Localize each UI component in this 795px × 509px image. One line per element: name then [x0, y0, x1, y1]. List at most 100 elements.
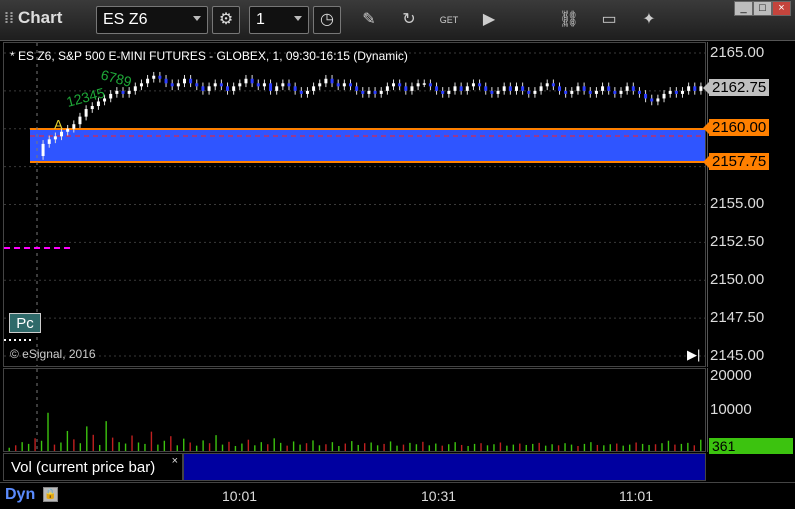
- close-study-icon[interactable]: ×: [172, 455, 178, 467]
- candle: [293, 86, 297, 91]
- clock-icon[interactable]: ◷: [313, 6, 341, 34]
- candle: [687, 86, 691, 91]
- volume-bar: [215, 435, 217, 451]
- close-button[interactable]: ×: [772, 1, 791, 16]
- volume-bar: [111, 437, 114, 451]
- candle: [195, 83, 199, 87]
- candle: [47, 139, 51, 144]
- interval-selector[interactable]: 1: [249, 6, 309, 34]
- volume-bar: [79, 443, 82, 451]
- volume-bar: [305, 443, 308, 451]
- upper-price-value: 2160.00: [712, 119, 767, 136]
- minimize-button[interactable]: _: [734, 1, 753, 16]
- time-label: 10:31: [421, 488, 457, 504]
- volume-bar: [137, 442, 140, 451]
- price-tick: 2147.50: [710, 309, 765, 326]
- candle: [262, 83, 266, 87]
- volume-bar: [163, 440, 166, 451]
- candle: [139, 83, 143, 87]
- candle: [115, 90, 119, 94]
- candle: [201, 86, 205, 91]
- candle: [564, 90, 568, 94]
- candle: [60, 131, 64, 137]
- volume-axis[interactable]: 20000 10000 361: [707, 367, 794, 454]
- window-title: ⁞⁞ Chart: [4, 8, 62, 28]
- volume-bar: [351, 441, 353, 451]
- lock-icon[interactable]: 🔒: [43, 487, 58, 502]
- candle: [355, 86, 359, 91]
- candle: [637, 90, 641, 94]
- volume-bar: [299, 444, 301, 451]
- twitter-icon[interactable]: ✦: [637, 8, 661, 32]
- volume-bar: [105, 421, 107, 451]
- volume-bar: [318, 445, 321, 451]
- volume-bar: [551, 444, 553, 451]
- pencil-icon[interactable]: ✎: [357, 8, 381, 32]
- candle: [244, 78, 248, 84]
- chart-header: * ES Z6, S&P 500 E-MINI FUTURES - GLOBEX…: [10, 49, 408, 63]
- volume-bar: [544, 445, 547, 451]
- candle: [656, 98, 660, 102]
- symbol-value: ES Z6: [103, 11, 148, 28]
- volume-bar: [254, 445, 256, 451]
- pc-label[interactable]: Pc: [9, 313, 41, 333]
- candle: [662, 93, 666, 99]
- candle: [619, 90, 623, 94]
- volume-bar: [648, 444, 650, 451]
- volume-bar: [92, 434, 94, 451]
- volume-bar: [454, 442, 456, 451]
- settings-gear-icon[interactable]: ⚙: [212, 6, 240, 34]
- volume-tick: 20000: [710, 367, 752, 384]
- candle: [170, 83, 174, 87]
- price-chart-pane[interactable]: A 12345 6789 * ES Z6, S&P 500 E-MINI FUT…: [3, 42, 706, 367]
- volume-bar: [641, 443, 644, 451]
- last-price-value: 2162.75: [712, 79, 767, 96]
- volume-bar: [383, 443, 385, 451]
- grip-icon[interactable]: ⁞⁞: [4, 10, 14, 27]
- volume-bar: [570, 444, 573, 451]
- volume-bar: [422, 441, 424, 451]
- marker-a: A: [54, 117, 63, 132]
- get-quote-icon[interactable]: GET: [437, 8, 461, 32]
- time-axis[interactable]: Dyn 🔒 10:01 10:31 11:01: [0, 482, 795, 509]
- toolbar: ⁞⁞ Chart ES Z6 ⚙ 1 ◷ ✎ ↻ GET ▶ ⛓ ▭ ✦ _ □…: [0, 0, 795, 41]
- play-icon[interactable]: ▶: [477, 8, 501, 32]
- link-icon[interactable]: ⛓: [557, 8, 581, 32]
- volume-bar: [40, 440, 43, 451]
- candle: [324, 78, 328, 84]
- candle: [367, 90, 371, 94]
- candle: [521, 86, 525, 91]
- candle: [299, 90, 303, 94]
- volume-bar: [8, 447, 10, 451]
- price-tick: 2152.50: [710, 233, 765, 250]
- volume-bar: [435, 443, 437, 451]
- candle: [576, 86, 580, 91]
- refresh-icon[interactable]: ↻: [397, 8, 421, 32]
- candle: [219, 83, 223, 87]
- comment-icon[interactable]: ▭: [597, 8, 621, 32]
- price-axis[interactable]: 2165.00 2155.00 2152.50 2150.00 2147.50 …: [703, 42, 794, 367]
- candle: [250, 78, 254, 84]
- jump-to-end-icon[interactable]: ▶|: [687, 347, 700, 363]
- candle: [471, 83, 475, 87]
- volume-bar: [338, 446, 340, 451]
- volume-pane[interactable]: [3, 368, 706, 452]
- volume-bar: [170, 436, 172, 451]
- candle: [158, 75, 162, 79]
- dynamic-mode-label[interactable]: Dyn: [5, 486, 35, 504]
- maximize-button[interactable]: □: [753, 1, 772, 16]
- candle: [558, 86, 562, 91]
- candle: [133, 86, 137, 91]
- volume-bar: [428, 445, 431, 451]
- candle: [607, 86, 611, 91]
- study-legend[interactable]: Vol (current price bar) ×: [3, 453, 183, 481]
- copyright-text: © eSignal, 2016: [10, 347, 96, 361]
- candle: [588, 90, 592, 94]
- volume-bar: [700, 439, 702, 451]
- symbol-selector[interactable]: ES Z6: [96, 6, 208, 34]
- volume-bar: [409, 442, 411, 451]
- volume-bar: [538, 442, 540, 451]
- candle: [348, 83, 352, 87]
- chevron-down-icon: [294, 16, 302, 21]
- volume-bar: [635, 442, 637, 451]
